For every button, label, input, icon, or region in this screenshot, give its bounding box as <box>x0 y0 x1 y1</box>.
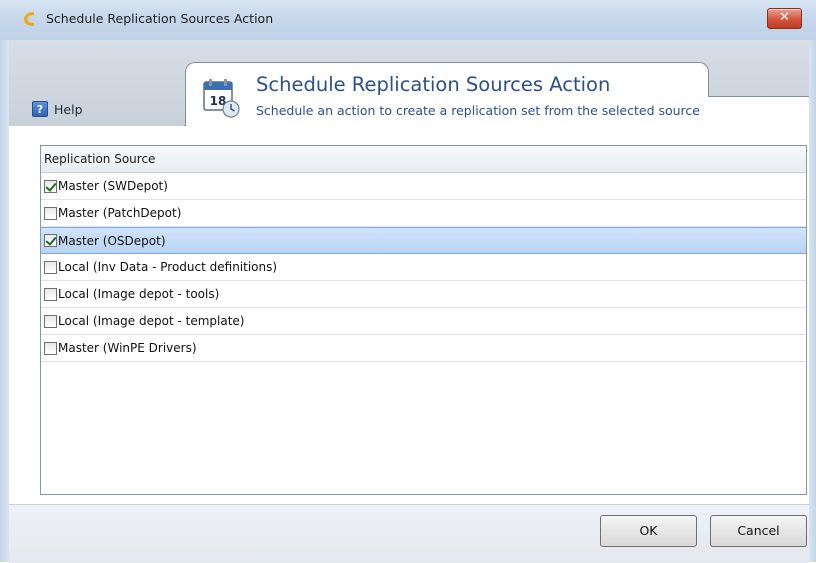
close-icon: ✕ <box>779 10 790 25</box>
dialog-window: Schedule Replication Sources Action ✕ ? … <box>0 0 816 563</box>
row-label: Master (PatchDepot) <box>58 206 182 220</box>
row-label: Master (OSDepot) <box>58 233 166 248</box>
ok-button[interactable]: OK <box>600 515 697 547</box>
window-title: Schedule Replication Sources Action <box>46 11 274 26</box>
table-row[interactable]: Master (PatchDepot) <box>41 200 806 227</box>
row-label: Master (WinPE Drivers) <box>58 341 197 355</box>
column-header-replication-source[interactable]: Replication Source <box>41 146 806 173</box>
checkbox-icon[interactable] <box>44 206 57 220</box>
table-row[interactable]: Local (Inv Data - Product definitions) <box>41 254 806 281</box>
action-subtitle: Schedule an action to create a replicati… <box>256 103 700 118</box>
row-label: Local (Inv Data - Product definitions) <box>58 260 278 274</box>
table-row[interactable]: Local (Image depot - template) <box>41 308 806 335</box>
table-row[interactable]: Master (WinPE Drivers) <box>41 335 806 362</box>
row-label: Master (SWDepot) <box>58 179 168 193</box>
checkbox-icon[interactable] <box>44 234 57 247</box>
calendar-icon: 18 <box>203 79 240 118</box>
tab-extension <box>708 96 809 126</box>
row-label: Local (Image depot - template) <box>58 314 245 328</box>
checkbox-icon[interactable] <box>44 341 57 355</box>
window-frame-left <box>0 40 9 562</box>
title-bar[interactable]: Schedule Replication Sources Action ✕ <box>0 0 816 41</box>
checkbox-icon[interactable] <box>44 314 57 328</box>
cancel-button[interactable]: Cancel <box>710 515 807 547</box>
checkbox-icon[interactable] <box>44 260 57 274</box>
help-icon[interactable]: ? <box>32 101 48 117</box>
replication-source-grid[interactable]: Replication Source Master (SWDepot) Mast… <box>40 145 807 495</box>
table-row-selected[interactable]: Master (OSDepot) <box>41 227 806 254</box>
help-label[interactable]: Help <box>54 102 83 117</box>
action-title: Schedule Replication Sources Action <box>256 73 611 96</box>
checkbox-icon[interactable] <box>44 287 57 301</box>
close-button[interactable]: ✕ <box>767 8 802 29</box>
checkbox-icon[interactable] <box>44 179 57 193</box>
table-row[interactable]: Local (Image depot - tools) <box>41 281 806 308</box>
table-row[interactable]: Master (SWDepot) <box>41 173 806 200</box>
app-logo-icon <box>24 12 34 26</box>
row-label: Local (Image depot - tools) <box>58 287 220 301</box>
window-frame-right <box>809 40 816 562</box>
